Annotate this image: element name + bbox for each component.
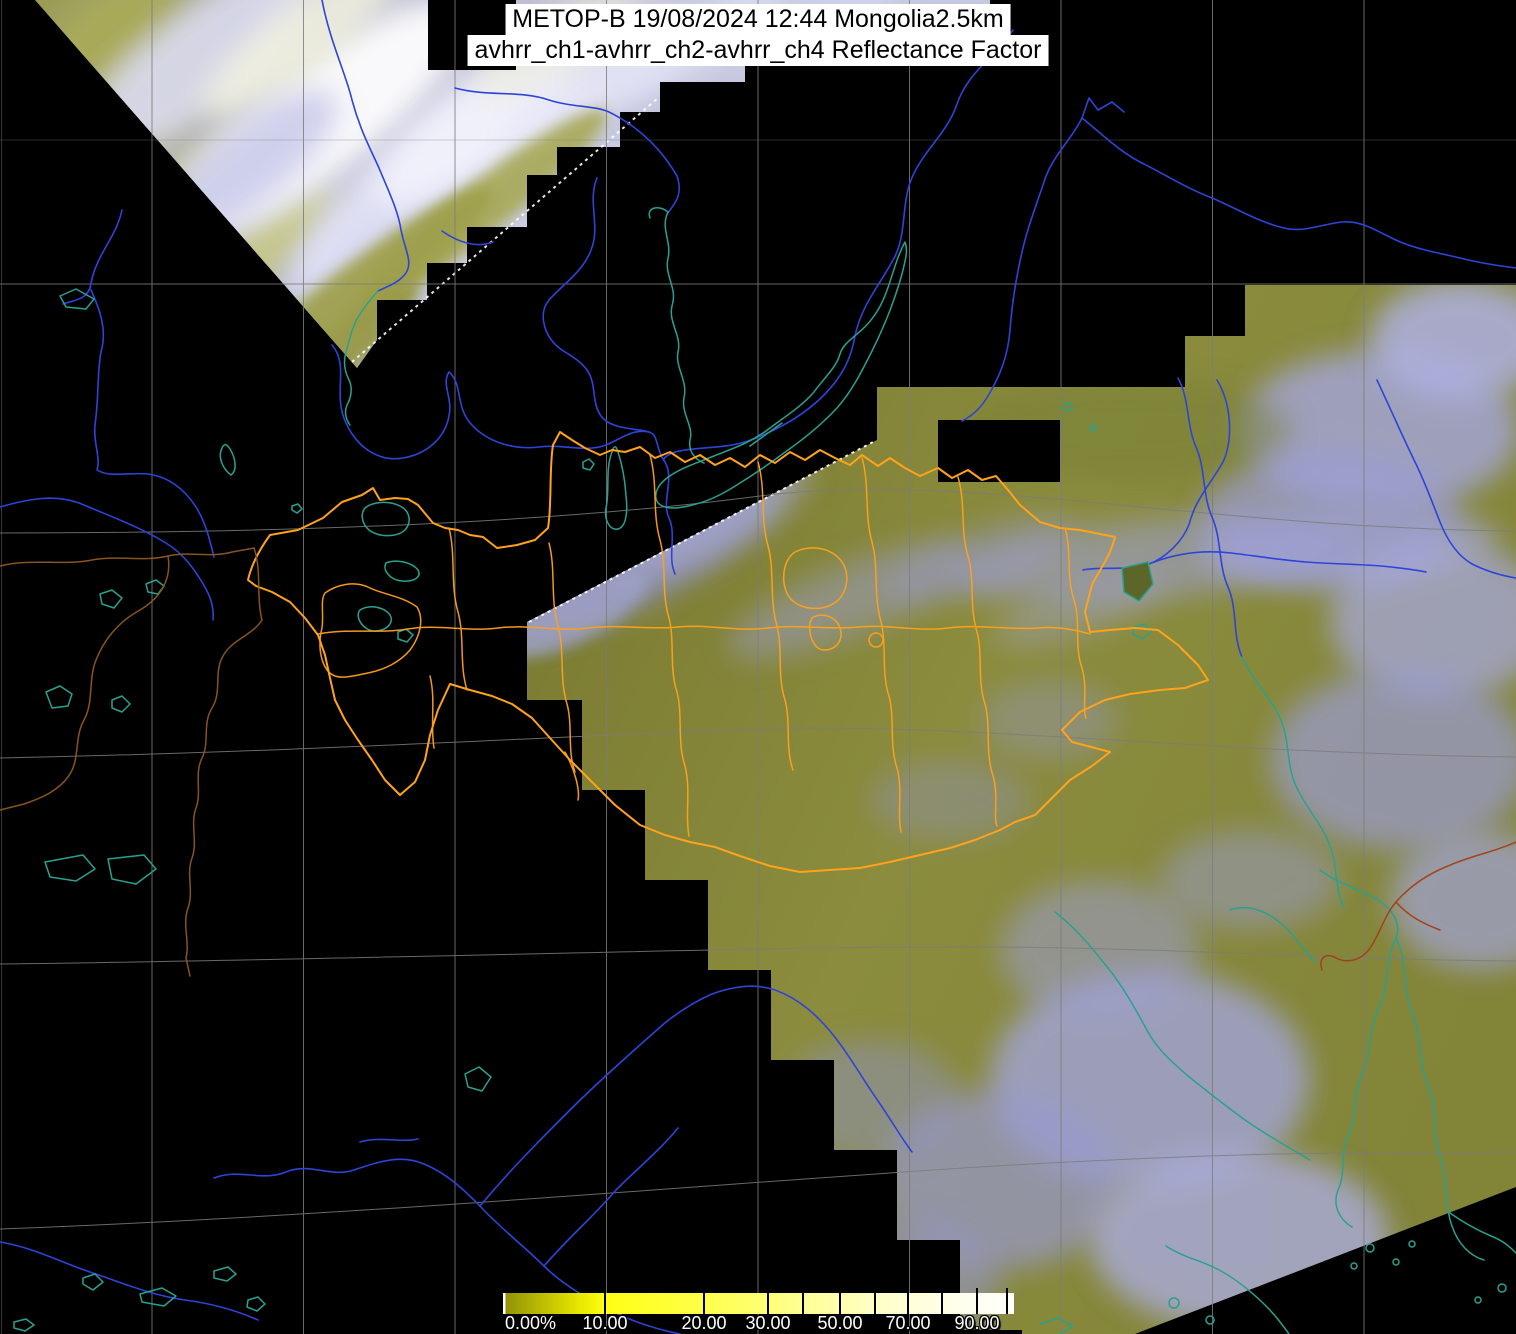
colorbar-label: 10.00 (582, 1314, 627, 1332)
satellite-map-image (0, 0, 1516, 1334)
satellite-image-viewport (0, 0, 1516, 1334)
colorbar-label: 70.00 (885, 1314, 930, 1332)
colorbar-label: 30.00 (745, 1314, 790, 1332)
title-line2: avhrr_ch1-avhrr_ch2-avhrr_ch4 Reflectanc… (468, 35, 1049, 66)
title-line1: METOP-B 19/08/2024 12:44 Mongolia2.5km (505, 4, 1011, 35)
map-title: METOP-B 19/08/2024 12:44 Mongolia2.5km a… (468, 4, 1049, 66)
colorbar-gradient (503, 1293, 1014, 1314)
colorbar-label: 50.00 (817, 1314, 862, 1332)
colorbar-labels: 0.00% 10.00 20.00 30.00 50.00 70.00 90.00 (503, 1314, 1014, 1334)
colorbar-scale (503, 1287, 1014, 1314)
colorbar-label: 0.00% (505, 1314, 556, 1332)
colorbar-label: 20.00 (681, 1314, 726, 1332)
colorbar-label: 90.00 (954, 1314, 999, 1332)
colorbar: 0.00% 10.00 20.00 30.00 50.00 70.00 90.00 (503, 1287, 1014, 1333)
